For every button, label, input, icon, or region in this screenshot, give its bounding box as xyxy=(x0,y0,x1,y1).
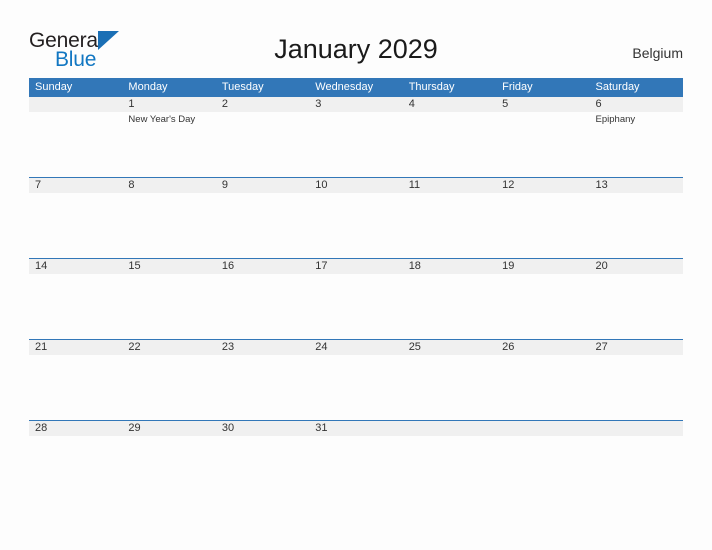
day-number: 24 xyxy=(315,341,328,353)
calendar-day-cell[interactable]: 1 New Year's Day xyxy=(122,96,215,177)
weekday-header-row: Sunday Monday Tuesday Wednesday Thursday… xyxy=(29,78,683,96)
day-number: 6 xyxy=(595,98,602,110)
calendar-day-cell[interactable]: 15 xyxy=(122,258,215,339)
calendar-day-cell[interactable]: 31 xyxy=(309,420,402,501)
calendar-day-cell[interactable]: 4 xyxy=(403,96,496,177)
day-number: 8 xyxy=(128,179,135,191)
calendar-day-cell[interactable]: 3 xyxy=(309,96,402,177)
day-number: 22 xyxy=(128,341,141,353)
day-number: 11 xyxy=(408,179,421,191)
weekday-header-saturday: Saturday xyxy=(595,81,640,93)
calendar-day-cell[interactable] xyxy=(590,420,683,501)
day-number: 18 xyxy=(408,260,421,272)
day-number: 27 xyxy=(595,341,608,353)
calendar-day-cell[interactable]: 6 Epiphany xyxy=(590,96,683,177)
calendar-day-cell[interactable]: 24 xyxy=(309,339,402,420)
calendar-grid: Sunday Monday Tuesday Wednesday Thursday… xyxy=(29,78,683,501)
day-number: 2 xyxy=(221,98,228,110)
weekday-header-sunday: Sunday xyxy=(35,81,73,93)
calendar-week-row: 14 15 16 17 18 19 20 xyxy=(29,258,683,339)
calendar-day-cell[interactable]: 23 xyxy=(216,339,309,420)
calendar-day-cell[interactable]: 25 xyxy=(403,339,496,420)
day-number: 17 xyxy=(315,260,328,272)
day-number: 4 xyxy=(408,98,415,110)
day-number: 28 xyxy=(35,422,48,434)
calendar-day-cell[interactable]: 18 xyxy=(403,258,496,339)
calendar-day-cell[interactable]: 27 xyxy=(590,339,683,420)
calendar-day-cell[interactable]: 14 xyxy=(29,258,122,339)
day-number: 23 xyxy=(221,341,235,353)
calendar-day-cell[interactable] xyxy=(496,420,589,501)
calendar-day-cell[interactable]: 29 xyxy=(122,420,215,501)
day-number: 31 xyxy=(315,422,328,434)
day-event: Epiphany xyxy=(595,114,636,125)
calendar-day-cell[interactable]: 20 xyxy=(590,258,683,339)
calendar-day-cell[interactable]: 30 xyxy=(216,420,309,501)
calendar-day-cell[interactable] xyxy=(29,96,122,177)
day-number: 20 xyxy=(595,260,608,272)
day-event: New Year's Day xyxy=(128,114,196,125)
day-number: 10 xyxy=(315,179,328,191)
calendar-day-cell[interactable]: 7 xyxy=(29,177,122,258)
calendar-day-cell[interactable]: 10 xyxy=(309,177,402,258)
day-number: 25 xyxy=(408,341,421,353)
country-label: Belgium xyxy=(632,45,683,61)
day-number: 3 xyxy=(315,98,322,110)
day-number: 21 xyxy=(35,341,48,353)
calendar-day-cell[interactable]: 11 xyxy=(403,177,496,258)
calendar-day-cell[interactable]: 17 xyxy=(309,258,402,339)
calendar-day-cell[interactable]: 8 xyxy=(122,177,215,258)
calendar-day-cell[interactable]: 19 xyxy=(496,258,589,339)
day-number: 9 xyxy=(221,179,228,191)
day-number: 15 xyxy=(128,260,141,272)
page-title: January 2029 xyxy=(274,34,438,64)
day-number: 30 xyxy=(221,422,235,434)
weekday-header-wednesday: Wednesday xyxy=(315,81,374,93)
calendar-week-row: 1 New Year's Day 2 3 4 5 6 Epiphany xyxy=(29,96,683,177)
calendar-day-cell[interactable]: 28 xyxy=(29,420,122,501)
day-number: 14 xyxy=(35,260,48,272)
weekday-header-friday: Friday xyxy=(502,81,533,93)
calendar-week-row: 21 22 23 24 25 26 27 xyxy=(29,339,683,420)
day-number: 1 xyxy=(128,98,135,110)
page-header: General Blue January 2029 Belgium xyxy=(0,0,712,78)
weekday-header-monday: Monday xyxy=(128,81,168,93)
calendar-day-cell[interactable]: 13 xyxy=(590,177,683,258)
calendar-day-cell[interactable]: 12 xyxy=(496,177,589,258)
weekday-header-tuesday: Tuesday xyxy=(221,81,264,93)
calendar-day-cell[interactable] xyxy=(403,420,496,501)
calendar-day-cell[interactable]: 16 xyxy=(216,258,309,339)
day-number: 7 xyxy=(35,179,42,191)
day-number: 5 xyxy=(502,98,509,110)
day-number: 29 xyxy=(128,422,141,434)
day-number: 13 xyxy=(595,179,608,191)
calendar-day-cell[interactable]: 9 xyxy=(216,177,309,258)
day-number: 19 xyxy=(502,260,515,272)
day-number: 26 xyxy=(502,341,515,353)
calendar-day-cell[interactable]: 26 xyxy=(496,339,589,420)
calendar-day-cell[interactable]: 5 xyxy=(496,96,589,177)
calendar-week-row: 7 8 9 10 11 12 13 xyxy=(29,177,683,258)
calendar-day-cell[interactable]: 21 xyxy=(29,339,122,420)
calendar-week-row: 28 29 30 31 xyxy=(29,420,683,501)
calendar-day-cell[interactable]: 2 xyxy=(216,96,309,177)
calendar-day-cell[interactable]: 22 xyxy=(122,339,215,420)
day-number: 12 xyxy=(502,179,515,191)
day-number: 16 xyxy=(221,260,235,272)
weekday-header-thursday: Thursday xyxy=(408,81,455,93)
